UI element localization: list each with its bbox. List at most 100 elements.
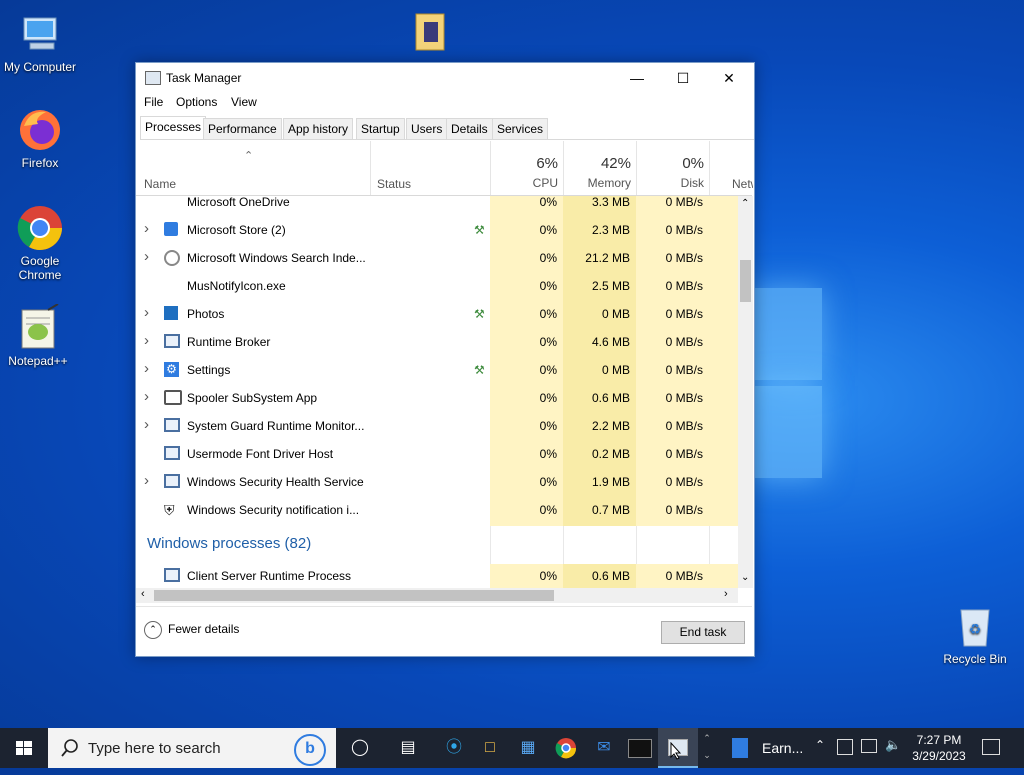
- tab-performance[interactable]: Performance: [203, 118, 282, 139]
- scroll-left-arrow[interactable]: ‹: [141, 588, 145, 600]
- cortana-circle-icon[interactable]: ◯: [340, 728, 380, 768]
- column-cpu[interactable]: 6% CPU: [490, 141, 564, 195]
- desktop-icon-recycle-bin[interactable]: ♻ Recycle Bin: [935, 602, 1015, 666]
- taskbar-search-box[interactable]: Type here to search b: [48, 728, 336, 768]
- scroll-down-arrow[interactable]: ⌄: [741, 572, 749, 583]
- process-row[interactable]: › Runtime Broker 0% 4.6 MB 0 MB/s: [136, 328, 738, 356]
- process-row[interactable]: MusNotifyIcon.exe 0% 2.5 MB 0 MB/s: [136, 272, 738, 300]
- scroll-thumb[interactable]: [740, 260, 751, 302]
- desktop-icon-chrome[interactable]: Google Chrome: [0, 204, 80, 282]
- process-disk: 0 MB/s: [665, 279, 703, 293]
- process-name: Windows Security Health Service: [187, 475, 364, 489]
- start-button[interactable]: [0, 728, 48, 768]
- desktop-icon-folder[interactable]: [402, 8, 458, 58]
- expand-chevron-icon[interactable]: ›: [144, 248, 149, 265]
- search-placeholder: Type here to search: [88, 740, 221, 757]
- tab-app-history[interactable]: App history: [283, 118, 354, 139]
- expand-chevron-icon[interactable]: ›: [144, 332, 149, 349]
- taskbar-scroll-arrows[interactable]: ⌃ ⌄: [700, 730, 714, 764]
- menu-options[interactable]: Options: [176, 95, 217, 109]
- tray-overflow-icon[interactable]: ⌃: [815, 738, 825, 752]
- taskbar-app-earn[interactable]: Earn...: [724, 728, 808, 768]
- group-header-row[interactable]: Windows processes (82): [136, 526, 738, 564]
- tab-details[interactable]: Details: [446, 118, 493, 139]
- security-tray-icon[interactable]: [837, 739, 853, 755]
- process-cpu: 0%: [539, 223, 557, 237]
- tab-startup[interactable]: Startup: [356, 118, 405, 139]
- task-view-icon[interactable]: ▤: [388, 728, 428, 768]
- bing-icon[interactable]: b: [294, 734, 326, 766]
- edge-icon[interactable]: ⦿: [434, 728, 474, 768]
- process-cpu: 0%: [539, 279, 557, 293]
- column-memory[interactable]: 42% Memory: [563, 141, 637, 195]
- expand-chevron-icon[interactable]: ›: [144, 388, 149, 405]
- process-disk: 0 MB/s: [665, 307, 703, 321]
- memory-label: Memory: [587, 176, 631, 190]
- notification-center-icon[interactable]: [982, 739, 1000, 755]
- column-name[interactable]: Name: [144, 177, 176, 191]
- tab-users[interactable]: Users: [406, 118, 448, 139]
- expand-chevron-icon[interactable]: ›: [144, 304, 149, 321]
- printer-icon: [164, 390, 182, 406]
- chrome-taskbar-icon[interactable]: [546, 728, 586, 768]
- process-cpu: 0%: [539, 419, 557, 433]
- expand-chevron-icon[interactable]: ›: [144, 360, 149, 377]
- scroll-up-arrow[interactable]: ⌃: [741, 198, 749, 209]
- horizontal-scrollbar[interactable]: ‹ ›: [136, 588, 738, 603]
- menu-file[interactable]: File: [144, 95, 163, 109]
- expand-chevron-icon[interactable]: ›: [144, 220, 149, 237]
- process-row[interactable]: › Spooler SubSystem App 0% 0.6 MB 0 MB/s: [136, 384, 738, 412]
- mail-icon[interactable]: ✉: [584, 728, 624, 768]
- process-row[interactable]: › Microsoft Windows Search Inde... 0% 21.2 …: [136, 244, 738, 272]
- sort-arrow-icon: ⌃: [244, 150, 254, 162]
- process-row[interactable]: Microsoft OneDrive 0% 3.3 MB 0 MB/s: [136, 196, 738, 216]
- folder-icon: [410, 8, 450, 56]
- expand-chevron-icon[interactable]: ›: [144, 472, 149, 489]
- hscroll-thumb[interactable]: [154, 590, 554, 601]
- process-row[interactable]: Client Server Runtime Process 0% 0.6 MB 0 M…: [136, 562, 738, 588]
- suspended-leaf-icon: ⚒: [474, 307, 485, 321]
- terminal-icon[interactable]: [620, 728, 660, 768]
- process-row[interactable]: › Windows Security Health Service 0% 1.9 MB…: [136, 468, 738, 496]
- process-name: Settings: [187, 363, 231, 377]
- column-status-cell[interactable]: Status: [370, 141, 491, 195]
- end-task-button[interactable]: End task: [661, 621, 745, 644]
- process-disk: 0 MB/s: [665, 223, 703, 237]
- process-row[interactable]: › Photos 0% 0 MB 0 MB/s ⚒: [136, 300, 738, 328]
- process-row[interactable]: › Microsoft Store (2) 0% 2.3 MB 0 MB/s ⚒: [136, 216, 738, 244]
- title-bar[interactable]: Task Manager — ☐ ✕: [136, 63, 754, 93]
- scroll-right-arrow[interactable]: ›: [724, 588, 728, 600]
- desktop-icon-notepadpp[interactable]: Notepad++: [0, 303, 78, 368]
- vertical-scrollbar[interactable]: ⌃ ⌄: [738, 196, 753, 588]
- file-explorer-icon[interactable]: □: [470, 728, 510, 768]
- tab-processes[interactable]: Processes: [140, 116, 207, 139]
- desktop-icon-my-computer[interactable]: My Computer: [0, 10, 80, 74]
- desktop-icon-label: Recycle Bin: [943, 652, 1007, 666]
- column-network[interactable]: Netw: [709, 141, 753, 195]
- process-row[interactable]: ⛨ Windows Security notification i... 0% 0.7…: [136, 496, 738, 524]
- column-disk[interactable]: 0% Disk: [636, 141, 710, 195]
- process-disk: 0 MB/s: [665, 196, 703, 209]
- minimize-button[interactable]: —: [614, 63, 660, 93]
- network-tray-icon[interactable]: [861, 739, 877, 753]
- clock[interactable]: 7:27 PM 3/29/2023: [905, 732, 973, 764]
- desktop-icon-firefox[interactable]: Firefox: [0, 106, 80, 170]
- maximize-button[interactable]: ☐: [660, 63, 706, 93]
- volume-tray-icon[interactable]: 🔈: [885, 737, 901, 753]
- tab-services[interactable]: Services: [492, 118, 549, 139]
- fewer-details-button[interactable]: ⌃ Fewer details: [144, 621, 239, 639]
- window-icon: [164, 474, 180, 490]
- menu-view[interactable]: View: [231, 95, 257, 109]
- process-memory: 1.9 MB: [591, 475, 630, 489]
- process-row[interactable]: Usermode Font Driver Host 0% 0.2 MB 0 MB/s: [136, 440, 738, 468]
- process-row[interactable]: › ⚙ Settings 0% 0 MB 0 MB/s ⚒: [136, 356, 738, 384]
- column-divider: [636, 526, 637, 564]
- process-memory: 4.6 MB: [591, 335, 630, 349]
- expand-chevron-icon[interactable]: ›: [144, 416, 149, 433]
- process-memory: 2.3 MB: [591, 223, 630, 237]
- microsoft-store-icon[interactable]: ▦: [508, 728, 548, 768]
- close-button[interactable]: ✕: [706, 63, 752, 93]
- search-icon: [60, 738, 80, 763]
- cloud-icon: [164, 196, 180, 210]
- process-row[interactable]: › System Guard Runtime Monitor... 0% 2.2 MB…: [136, 412, 738, 440]
